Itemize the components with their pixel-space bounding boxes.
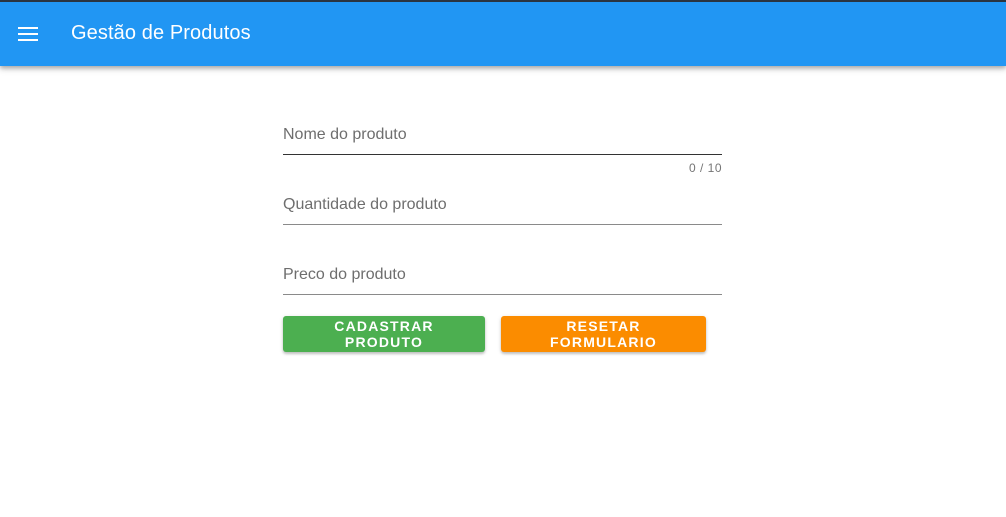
product-form: 0 / 10 CADASTRAR PRODUTO RESETAR FORMULA…	[283, 110, 722, 352]
product-name-counter: 0 / 10	[688, 161, 722, 175]
product-quantity-input[interactable]	[283, 192, 722, 218]
menu-button[interactable]	[8, 12, 48, 56]
app-title: Gestão de Produtos	[71, 22, 251, 44]
hamburger-menu-icon	[18, 27, 38, 41]
product-name-input[interactable]	[283, 122, 722, 148]
reset-form-button[interactable]: RESETAR FORMULARIO	[501, 316, 706, 352]
register-product-button[interactable]: CADASTRAR PRODUTO	[283, 316, 485, 352]
product-price-input[interactable]	[283, 262, 722, 288]
form-actions: CADASTRAR PRODUTO RESETAR FORMULARIO	[283, 316, 722, 352]
product-name-field	[283, 110, 722, 155]
product-quantity-field	[283, 180, 722, 225]
product-price-field	[283, 250, 722, 295]
app-toolbar: Gestão de Produtos	[0, 0, 1006, 66]
